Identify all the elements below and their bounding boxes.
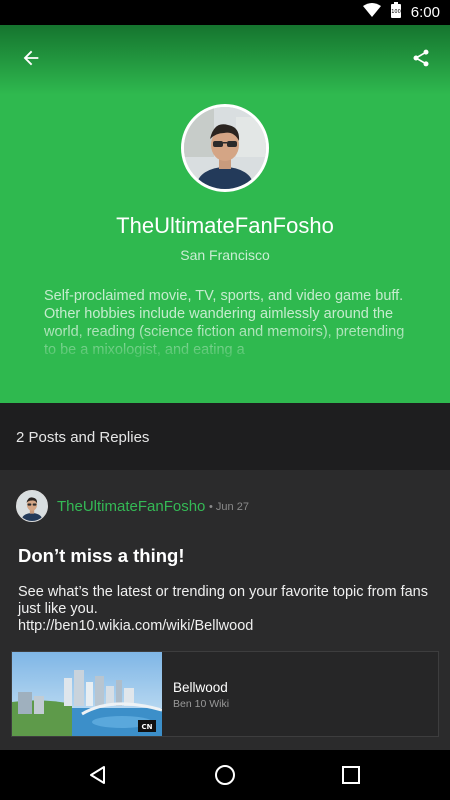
home-circle-icon xyxy=(215,765,235,785)
link-preview-title: Bellwood xyxy=(173,680,228,695)
post-author-name[interactable]: TheUltimateFanFosho xyxy=(57,498,205,515)
recents-square-icon xyxy=(342,766,360,784)
header-shade xyxy=(0,25,450,95)
share-icon xyxy=(413,49,429,67)
post-body: See what’s the latest or trending on you… xyxy=(18,584,432,635)
link-preview-card[interactable]: CN Bellwood Ben 10 Wiki xyxy=(11,651,439,737)
post-card[interactable]: TheUltimateFanFosho • Jun 27 Don’t miss … xyxy=(0,470,450,750)
posts-count-label: 2 Posts and Replies xyxy=(16,429,150,446)
back-triangle-icon xyxy=(90,766,105,784)
back-button[interactable] xyxy=(14,41,48,75)
profile-username: TheUltimateFanFosho xyxy=(116,213,334,238)
nav-recents-button[interactable] xyxy=(336,760,366,790)
profile-location: San Francisco xyxy=(180,247,270,263)
post-author-avatar[interactable] xyxy=(16,490,48,522)
nav-back-button[interactable] xyxy=(83,760,113,790)
battery-icon: 100 xyxy=(390,2,401,23)
post-body-text: See what’s the latest or trending on you… xyxy=(18,584,428,617)
profile-avatar[interactable] xyxy=(181,104,269,192)
link-preview-subtitle: Ben 10 Wiki xyxy=(173,698,230,710)
nav-home-button[interactable] xyxy=(210,760,240,790)
posts-summary-bar: 2 Posts and Replies xyxy=(0,403,450,470)
arrow-back-icon xyxy=(23,50,39,66)
system-nav-bar xyxy=(0,750,450,800)
share-button[interactable] xyxy=(404,41,438,75)
profile-bio: Self-proclaimed movie, TV, sports, and v… xyxy=(44,288,405,357)
post-date: • Jun 27 xyxy=(209,501,249,513)
profile-header: TheUltimateFanFosho San Francisco Self-p… xyxy=(0,25,450,403)
link-preview-image: CN xyxy=(12,652,162,736)
post-link[interactable]: http://ben10.wikia.com/wiki/Bellwood xyxy=(18,618,432,635)
status-bar: 100 6:00 xyxy=(0,0,450,25)
wifi-icon xyxy=(362,3,381,22)
post-title: Don’t miss a thing! xyxy=(18,545,185,566)
svg-text:100: 100 xyxy=(391,9,401,15)
status-time: 6:00 xyxy=(410,4,440,21)
cn-badge-text: CN xyxy=(142,723,153,731)
status-icons: 100 6:00 xyxy=(362,0,450,25)
